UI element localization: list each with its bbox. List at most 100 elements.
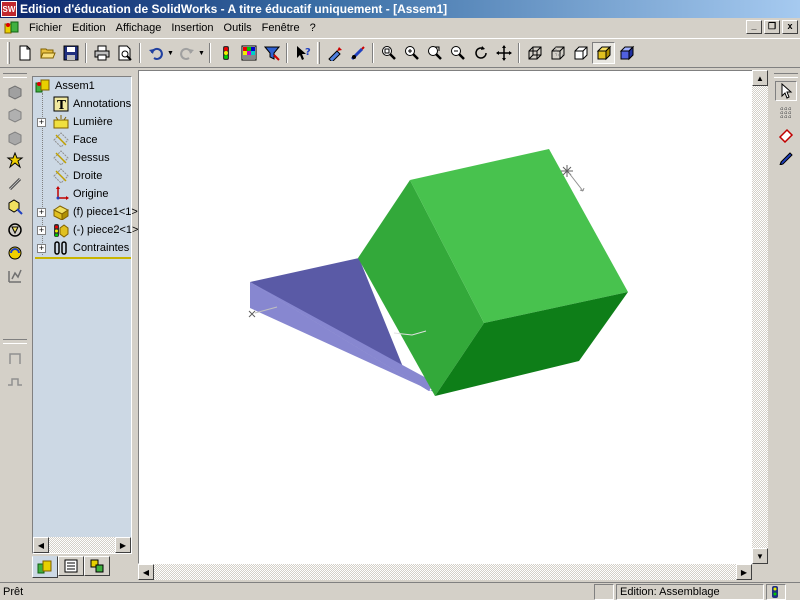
toolbar-grip[interactable] [774, 73, 798, 78]
rotate-component-icon[interactable] [3, 219, 27, 241]
tree-root[interactable]: Assem1 [33, 77, 131, 95]
print-preview-icon[interactable] [113, 42, 136, 64]
window-title: Edition d'éducation de SolidWorks - A ti… [20, 2, 448, 16]
pan-icon[interactable] [492, 42, 515, 64]
restore-button[interactable]: ❐ [764, 20, 780, 34]
zoom-to-fit-icon[interactable] [377, 42, 400, 64]
toolbar-grip[interactable] [7, 42, 10, 64]
move-component-icon[interactable] [3, 196, 27, 218]
scroll-left-icon[interactable]: ◀ [138, 564, 154, 580]
tree-horizontal-scrollbar[interactable]: ◀ ▶ [33, 537, 131, 553]
hide-show-component-icon[interactable] [3, 104, 27, 126]
menu-insertion[interactable]: Insertion [166, 19, 218, 37]
options-icon[interactable] [237, 42, 260, 64]
mate-icon[interactable] [3, 173, 27, 195]
lighting-icon [53, 114, 69, 130]
line-tool-icon[interactable] [3, 370, 27, 392]
minimize-button[interactable]: _ [746, 20, 762, 34]
toolbar-separator [85, 43, 87, 63]
expand-icon[interactable]: + [37, 225, 46, 235]
propertymanager-tab[interactable] [58, 556, 84, 576]
graphics-vertical-scrollbar[interactable]: ▲ ▼ [752, 70, 768, 564]
insert-component-icon[interactable] [3, 81, 27, 103]
tree-item-top-plane[interactable]: Dessus [33, 149, 131, 167]
mates-icon [53, 240, 69, 256]
featuremanager-tab[interactable] [32, 556, 58, 578]
tree-item-annotations[interactable]: T Annotations [33, 95, 131, 113]
whats-this-icon[interactable]: ? [291, 42, 314, 64]
tree-item-label: (f) piece1<1> [73, 206, 138, 218]
wireframe-icon[interactable] [523, 42, 546, 64]
expand-icon[interactable]: + [37, 207, 46, 217]
tree-item-front-plane[interactable]: Face [33, 131, 131, 149]
rebuild-icon[interactable] [214, 42, 237, 64]
scroll-track[interactable] [49, 537, 115, 553]
exploded-view-icon[interactable] [3, 242, 27, 264]
3d-model-view[interactable] [139, 71, 768, 564]
interference-detection-icon[interactable] [3, 265, 27, 287]
configurationmanager-tab[interactable] [84, 556, 110, 576]
scroll-down-icon[interactable]: ▼ [752, 548, 768, 564]
menu-help[interactable]: ? [305, 19, 321, 37]
toolbar-grip[interactable] [3, 73, 27, 78]
rebuild-status-icon[interactable] [766, 583, 786, 600]
save-icon[interactable] [59, 42, 82, 64]
select-filter-icon[interactable] [260, 42, 283, 64]
hidden-lines-visible-icon[interactable] [546, 42, 569, 64]
menu-outils[interactable]: Outils [219, 19, 257, 37]
toolbar-grip[interactable] [317, 42, 320, 64]
undo-dropdown-icon[interactable]: ▼ [167, 50, 175, 57]
shaded-icon[interactable] [592, 42, 615, 64]
smart-dimension-icon[interactable] [346, 42, 369, 64]
menu-edition[interactable]: Edition [67, 19, 111, 37]
sketch-pencil-icon[interactable] [775, 147, 797, 167]
undo-icon[interactable] [144, 42, 167, 64]
smart-fasteners-icon[interactable] [3, 150, 27, 172]
redo-dropdown-icon[interactable]: ▼ [198, 50, 206, 57]
expand-icon[interactable]: + [37, 117, 46, 127]
tree-item-label: Dessus [73, 152, 110, 164]
menu-affichage[interactable]: Affichage [111, 19, 167, 37]
grid-icon[interactable] [775, 103, 797, 123]
toolbar-separator [286, 43, 288, 63]
zoom-in-out-icon[interactable] [423, 42, 446, 64]
change-suppression-icon[interactable] [3, 127, 27, 149]
plane-icon [53, 150, 69, 166]
expand-icon[interactable]: + [37, 243, 46, 253]
zoom-selection-icon[interactable] [446, 42, 469, 64]
select-pointer-icon[interactable] [775, 81, 797, 101]
menu-fenetre[interactable]: Fenêtre [257, 19, 305, 37]
sketch-icon[interactable] [323, 42, 346, 64]
tree-item-lighting[interactable]: + Lumière [33, 113, 131, 131]
assembly-document-icon[interactable] [4, 20, 20, 36]
scroll-right-icon[interactable]: ▶ [115, 537, 131, 553]
scroll-right-icon[interactable]: ▶ [736, 564, 752, 580]
graphics-area[interactable] [138, 70, 768, 564]
tree-item-piece2[interactable]: + (-) piece2<1> [33, 221, 138, 239]
toolbar-grip[interactable] [3, 339, 27, 344]
menu-fichier[interactable]: Fichier [24, 19, 67, 37]
svg-text:?: ? [305, 47, 311, 58]
hidden-lines-removed-icon[interactable] [569, 42, 592, 64]
tree-item-mates[interactable]: + Contraintes [33, 239, 131, 257]
redo-icon[interactable] [175, 42, 198, 64]
solidworks-logo-icon[interactable]: SW [1, 1, 17, 17]
rotate-view-icon[interactable] [469, 42, 492, 64]
new-icon[interactable] [13, 42, 36, 64]
zoom-area-icon[interactable] [400, 42, 423, 64]
scroll-up-icon[interactable]: ▲ [752, 70, 768, 86]
rollback-bar[interactable] [35, 257, 131, 259]
tree-item-piece1[interactable]: + (f) piece1<1> [33, 203, 138, 221]
tree-item-origin[interactable]: Origine [33, 185, 131, 203]
scroll-left-icon[interactable]: ◀ [33, 537, 49, 553]
print-icon[interactable] [90, 42, 113, 64]
open-icon[interactable] [36, 42, 59, 64]
tree-item-right-plane[interactable]: Droite [33, 167, 131, 185]
tree-item-label: Origine [73, 188, 109, 200]
graphics-horizontal-scrollbar[interactable]: ◀ ▶ [138, 564, 752, 580]
title-bar[interactable]: SW Edition d'éducation de SolidWorks - A… [0, 0, 800, 18]
eraser-icon[interactable] [775, 125, 797, 145]
close-button[interactable]: x [782, 20, 798, 34]
sketch-relation-icon[interactable] [3, 347, 27, 369]
shaded-edges-icon[interactable] [615, 42, 638, 64]
